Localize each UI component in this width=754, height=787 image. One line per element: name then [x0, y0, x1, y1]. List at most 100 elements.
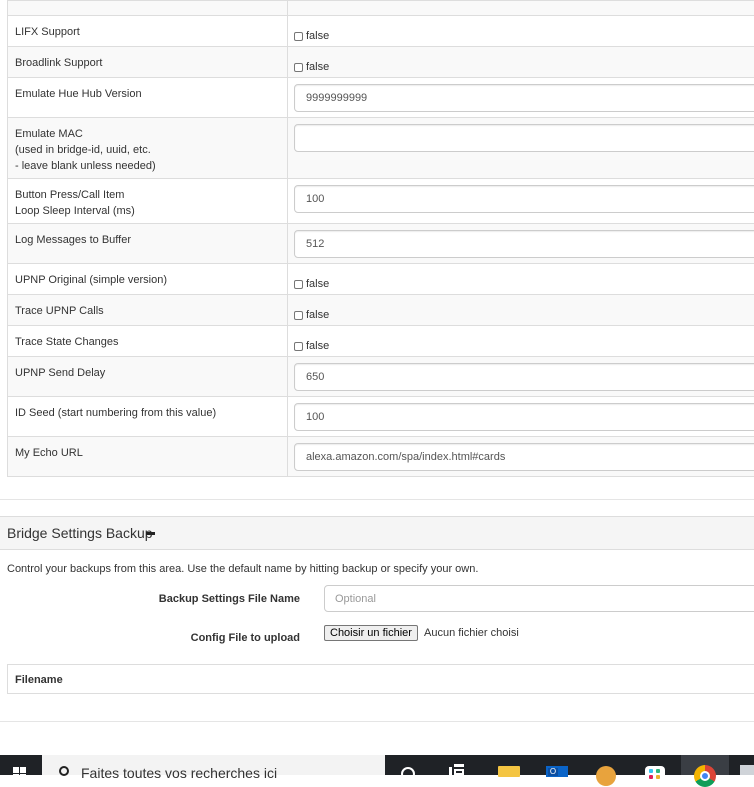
settings-value-cell: 9999999999	[288, 78, 754, 118]
choose-file-button[interactable]: Choisir un fichier	[324, 625, 418, 641]
hue-version-input[interactable]: 9999999999	[294, 84, 754, 112]
settings-row-broadlink: Broadlink Support false	[8, 47, 754, 78]
settings-label: Log Messages to Buffer	[8, 224, 288, 264]
upnp-original-checkbox[interactable]	[294, 280, 303, 289]
emulate-mac-label-line: (used in bridge-id, uuid, etc.	[15, 142, 280, 158]
settings-value-cell: false	[288, 16, 754, 47]
trace-state-checkbox-group[interactable]: false	[294, 336, 754, 356]
slack-icon[interactable]	[645, 766, 665, 786]
section-divider	[0, 721, 754, 722]
start-button[interactable]	[0, 755, 40, 775]
settings-label: My Echo URL	[8, 437, 288, 477]
collapse-minus-icon[interactable]	[146, 532, 155, 535]
settings-row-loop-sleep: Button Press/Call Item Loop Sleep Interv…	[8, 179, 754, 224]
settings-value-cell: false	[288, 264, 754, 295]
id-seed-label: ID Seed (start numbering from this value…	[15, 405, 280, 421]
broadlink-support-checkbox-group[interactable]: false	[294, 57, 754, 77]
loop-sleep-input[interactable]: 100	[294, 185, 754, 213]
upnp-delay-label: UPNP Send Delay	[15, 365, 280, 381]
backup-panel-heading: Bridge Settings Backup	[0, 516, 754, 550]
settings-row-emulate-mac: Emulate MAC (used in bridge-id, uuid, et…	[8, 118, 754, 179]
settings-row-upnp-delay: UPNP Send Delay 650	[8, 357, 754, 397]
chrome-icon[interactable]	[694, 765, 716, 787]
settings-row-trace-upnp: Trace UPNP Calls false	[8, 295, 754, 326]
emulate-mac-input[interactable]	[294, 124, 754, 152]
trace-upnp-value: false	[306, 309, 329, 321]
trace-upnp-label: Trace UPNP Calls	[15, 303, 280, 319]
settings-value-cell: false	[288, 47, 754, 78]
settings-row-hue-version: Emulate Hue Hub Version 9999999999	[8, 78, 754, 118]
app-icon[interactable]	[740, 765, 754, 775]
chrome-center-icon	[700, 771, 710, 781]
log-buffer-label: Log Messages to Buffer	[15, 232, 280, 248]
broadlink-support-label: Broadlink Support	[15, 55, 280, 71]
lifx-support-value: false	[306, 30, 329, 42]
settings-row-id-seed: ID Seed (start numbering from this value…	[8, 397, 754, 437]
backup-file-name-input[interactable]	[324, 585, 754, 612]
windows-taskbar: Faites toutes vos recherches ici O	[0, 755, 754, 775]
settings-label-cell	[8, 1, 288, 16]
trace-state-checkbox[interactable]	[294, 342, 303, 351]
settings-label: Emulate Hue Hub Version	[8, 78, 288, 118]
settings-value-cell	[288, 1, 754, 16]
no-file-chosen-text: Aucun fichier choisi	[424, 627, 519, 639]
upnp-original-label: UPNP Original (simple version)	[15, 272, 280, 288]
broadlink-support-value: false	[306, 61, 329, 73]
settings-value-cell	[288, 118, 754, 179]
echo-url-input[interactable]: alexa.amazon.com/spa/index.html#cards	[294, 443, 754, 471]
settings-value-cell: false	[288, 326, 754, 357]
filename-column-header: Filename	[15, 674, 63, 686]
trace-upnp-checkbox[interactable]	[294, 311, 303, 320]
settings-row-lifx: LIFX Support false	[8, 16, 754, 47]
settings-row-trace-state: Trace State Changes false	[8, 326, 754, 357]
log-buffer-input[interactable]: 512	[294, 230, 754, 258]
taskbar-search-box[interactable]: Faites toutes vos recherches ici	[42, 755, 385, 775]
settings-value-cell: false	[288, 295, 754, 326]
taskbar-search-text: Faites toutes vos recherches ici	[81, 765, 277, 781]
settings-label: UPNP Send Delay	[8, 357, 288, 397]
settings-label: ID Seed (start numbering from this value…	[8, 397, 288, 437]
emulate-mac-label-line: - leave blank unless needed)	[15, 158, 280, 174]
table-row	[8, 1, 754, 16]
cortana-icon[interactable]	[401, 767, 415, 781]
settings-label: Button Press/Call Item Loop Sleep Interv…	[8, 179, 288, 224]
emulate-mac-label-line: Emulate MAC	[15, 126, 280, 142]
trace-upnp-checkbox-group[interactable]: false	[294, 305, 754, 325]
settings-value-cell: 100	[288, 397, 754, 437]
settings-label: Broadlink Support	[8, 47, 288, 78]
task-view-icon[interactable]	[449, 764, 469, 775]
lifx-support-checkbox-group[interactable]: false	[294, 26, 754, 46]
settings-label: Trace State Changes	[8, 326, 288, 357]
outlook-icon[interactable]: O	[546, 766, 568, 777]
mail-client-icon[interactable]	[596, 766, 616, 786]
loop-sleep-label-line: Loop Sleep Interval (ms)	[15, 203, 280, 219]
hue-version-label: Emulate Hue Hub Version	[15, 86, 280, 102]
settings-label: Trace UPNP Calls	[8, 295, 288, 326]
config-upload-label: Config File to upload	[0, 632, 300, 644]
settings-value-cell: alexa.amazon.com/spa/index.html#cards	[288, 437, 754, 477]
upnp-original-checkbox-group[interactable]: false	[294, 274, 754, 294]
echo-url-label: My Echo URL	[15, 445, 280, 461]
backup-panel-title: Bridge Settings Backup	[7, 525, 153, 541]
settings-value-cell: 512	[288, 224, 754, 264]
file-explorer-icon[interactable]	[498, 766, 520, 777]
upnp-original-value: false	[306, 278, 329, 290]
settings-value-cell: 650	[288, 357, 754, 397]
settings-row-upnp-original: UPNP Original (simple version) false	[8, 264, 754, 295]
section-divider	[0, 499, 754, 500]
trace-state-value: false	[306, 340, 329, 352]
backup-file-name-label: Backup Settings File Name	[0, 593, 300, 605]
lifx-support-label: LIFX Support	[15, 24, 280, 40]
windows-logo-icon	[13, 767, 27, 775]
settings-label: LIFX Support	[8, 16, 288, 47]
id-seed-input[interactable]: 100	[294, 403, 754, 431]
upnp-delay-input[interactable]: 650	[294, 363, 754, 391]
settings-label: UPNP Original (simple version)	[8, 264, 288, 295]
settings-value-cell: 100	[288, 179, 754, 224]
backup-files-table: Filename	[7, 664, 754, 694]
lifx-support-checkbox[interactable]	[294, 32, 303, 41]
broadlink-support-checkbox[interactable]	[294, 63, 303, 72]
backup-help-text: Control your backups from this area. Use…	[7, 563, 478, 575]
settings-label: Emulate MAC (used in bridge-id, uuid, et…	[8, 118, 288, 179]
settings-row-log-buffer: Log Messages to Buffer 512	[8, 224, 754, 264]
